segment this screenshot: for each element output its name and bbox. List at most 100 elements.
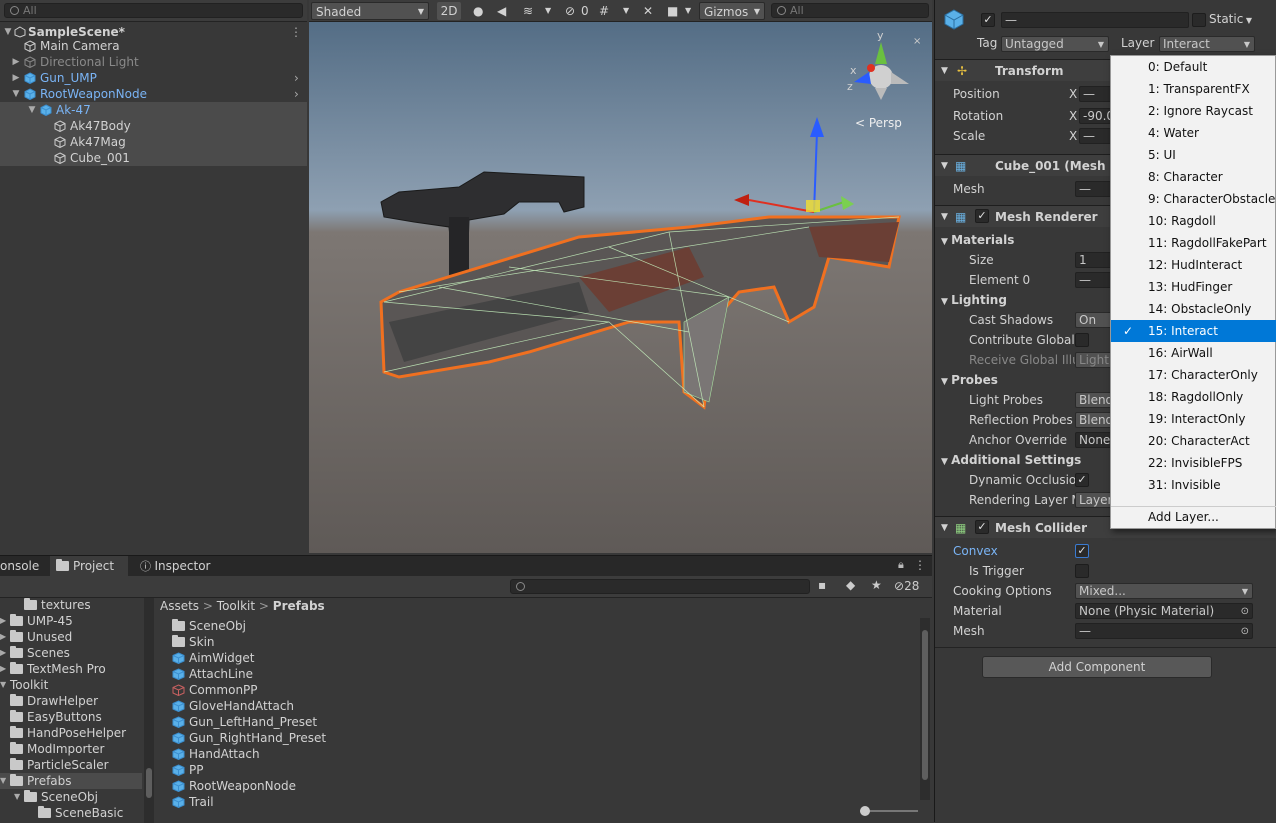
layer-menu-item[interactable]: 22: InvisibleFPS [1111,452,1276,474]
shading-dropdown[interactable]: Shaded ▼ [311,2,429,20]
project-asset-item[interactable]: AimWidget [172,650,255,666]
hierarchy-item[interactable]: Cube_001 [0,150,307,166]
project-search-input[interactable] [510,579,810,594]
tools-icon[interactable]: ✕ [643,2,653,20]
project-asset-item[interactable]: GloveHandAttach [172,698,294,714]
project-folder-item[interactable]: ▶ Scenes [0,645,142,661]
open-prefab-chevron-icon[interactable]: › [294,86,299,102]
layer-menu-item[interactable]: 2: Ignore Raycast [1111,100,1276,122]
convex-checkbox[interactable]: ✓ [1075,544,1089,558]
scene-view[interactable]: Shaded ▼ 2D ● ◀ ≋ ▼ ⊘ 0 # ▼ ✕ ■ ▼ Gizmos ▼… [309,0,932,553]
persp-label[interactable]: < Persp [855,116,902,130]
favorite-star-icon[interactable]: ★ [871,578,882,592]
hierarchy-item[interactable]: ▼ RootWeaponNode › [0,86,307,102]
is-trigger-checkbox[interactable] [1075,564,1089,578]
expand-arrow-icon[interactable]: ▶ [0,613,6,629]
contribute-gi-checkbox[interactable] [1075,333,1089,347]
mesh-renderer-enabled-checkbox[interactable]: ✓ [975,209,989,223]
hierarchy-item[interactable]: ▶ Gun_UMP › [0,70,307,86]
dynamic-occlusion-checkbox[interactable]: ✓ [1075,473,1089,487]
gizmos-dropdown[interactable]: Gizmos ▼ [699,2,765,20]
project-folder-item[interactable]: HandPoseHelper [0,725,142,741]
project-asset-item[interactable]: PP [172,762,203,778]
lighting-foldout[interactable]: ▼ Lighting [941,293,1007,307]
layer-menu-item[interactable]: 8: Character [1111,166,1276,188]
open-prefab-chevron-icon[interactable]: › [294,70,299,86]
grid-toggle-icon[interactable]: # [599,2,609,20]
object-name-field[interactable]: — [1001,12,1189,28]
layer-menu-item[interactable]: 16: AirWall [1111,342,1276,364]
layer-menu-item[interactable]: 10: Ragdoll [1111,210,1276,232]
object-picker-icon[interactable]: ⊙ [1241,604,1249,618]
project-folder-item[interactable]: SceneBasic [0,805,142,821]
orientation-gizmo[interactable]: y x z × [847,29,921,100]
project-folder-item[interactable]: ParticleScaler [0,757,142,773]
layer-menu-item[interactable]: ✓ 15: Interact [1111,320,1276,342]
expand-arrow-icon[interactable]: ▶ [10,54,22,70]
tab-console[interactable]: onsole [0,556,48,576]
breadcrumb-toolkit[interactable]: Toolkit [217,599,255,613]
lighting-toggle-icon[interactable]: ● [473,2,483,20]
expand-arrow-icon[interactable]: ▶ [0,661,6,677]
project-folder-item[interactable]: EasyButtons [0,709,142,725]
project-asset-item[interactable]: SceneObj [172,618,246,634]
object-picker-icon[interactable]: ⊙ [1241,624,1249,638]
project-asset-item[interactable]: Gun_LeftHand_Preset [172,714,317,730]
project-asset-item[interactable]: Skin [172,634,215,650]
collapse-arrow-icon[interactable]: ▼ [0,677,6,693]
layer-menu-item[interactable]: 17: CharacterOnly [1111,364,1276,386]
project-asset-item[interactable]: AttachLine [172,666,253,682]
camera-icon[interactable]: ■ [667,2,678,20]
project-asset-item[interactable]: RootWeaponNode [172,778,296,794]
project-folder-item[interactable]: DrawHelper [0,693,142,709]
additional-settings-foldout[interactable]: ▼ Additional Settings [941,453,1081,467]
2d-toggle-button[interactable]: 2D [437,2,461,20]
layer-menu-item[interactable]: 31: Invisible [1111,474,1276,496]
tab-inspector[interactable]: ⓘ Inspector [134,556,224,576]
project-asset-item[interactable]: Trail [172,794,214,810]
tab-project[interactable]: Project [50,556,128,576]
project-folder-item[interactable]: ▼ SceneObj [0,789,142,805]
grid-dropdown-icon[interactable]: ▼ [623,2,629,20]
anchor-override-field[interactable]: None [1075,432,1115,448]
project-folder-item[interactable]: ▶ UMP-45 [0,613,142,629]
rendering-layer-dropdown[interactable]: Layer [1075,492,1115,508]
layer-menu-item[interactable]: 19: InteractOnly [1111,408,1276,430]
hidden-objects-icon[interactable]: ⊘ [565,2,575,20]
camera-dropdown-icon[interactable]: ▼ [685,2,691,20]
effects-dropdown-icon[interactable]: ▼ [545,2,551,20]
cooking-options-dropdown[interactable]: Mixed... ▼ [1075,583,1253,599]
layer-menu-item[interactable]: 11: RagdollFakePart [1111,232,1276,254]
layer-menu-item[interactable]: 4: Water [1111,122,1276,144]
layer-menu-item[interactable]: 20: CharacterAct [1111,430,1276,452]
label-icon[interactable]: ◆ [846,578,855,592]
effects-toggle-icon[interactable]: ≋ [523,2,533,20]
tree-scrollbar[interactable] [144,598,154,823]
static-checkbox[interactable] [1192,13,1206,27]
project-folder-item[interactable]: ▼ Toolkit [0,677,142,693]
add-layer-menu-item[interactable]: Add Layer... [1111,506,1276,528]
layer-menu-item[interactable]: 12: HudInteract [1111,254,1276,276]
collapse-arrow-icon[interactable]: ▼ [14,789,20,805]
hierarchy-item[interactable]: Ak47Mag [0,134,307,150]
layer-menu-item[interactable]: 5: UI [1111,144,1276,166]
hierarchy-item[interactable]: ▼ Ak-47 [0,102,307,118]
reflection-probes-dropdown[interactable]: Blend [1075,412,1115,428]
project-asset-item[interactable]: HandAttach [172,746,260,762]
filter-type-icon[interactable]: ▪ [818,578,826,592]
scene-canvas[interactable]: y x z × [309,22,932,553]
layer-menu-item[interactable]: 13: HudFinger [1111,276,1276,298]
mesh-field[interactable]: — [1075,181,1115,197]
hierarchy-item[interactable]: Ak47Body [0,118,307,134]
cast-shadows-dropdown[interactable]: On [1075,312,1115,328]
physic-material-field[interactable]: None (Physic Material) ⊙ [1075,603,1253,619]
audio-toggle-icon[interactable]: ◀ [497,2,506,20]
menu-icon[interactable]: ⋮ [914,558,926,572]
hierarchy-item[interactable]: Main Camera [0,38,307,54]
active-checkbox[interactable]: ✓ [981,13,995,27]
probes-foldout[interactable]: ▼ Probes [941,373,998,387]
tag-dropdown[interactable]: Untagged ▼ [1001,36,1109,52]
light-probes-dropdown[interactable]: Blend [1075,392,1115,408]
file-list-scrollbar[interactable] [920,618,930,800]
element0-field[interactable]: — [1075,272,1115,288]
